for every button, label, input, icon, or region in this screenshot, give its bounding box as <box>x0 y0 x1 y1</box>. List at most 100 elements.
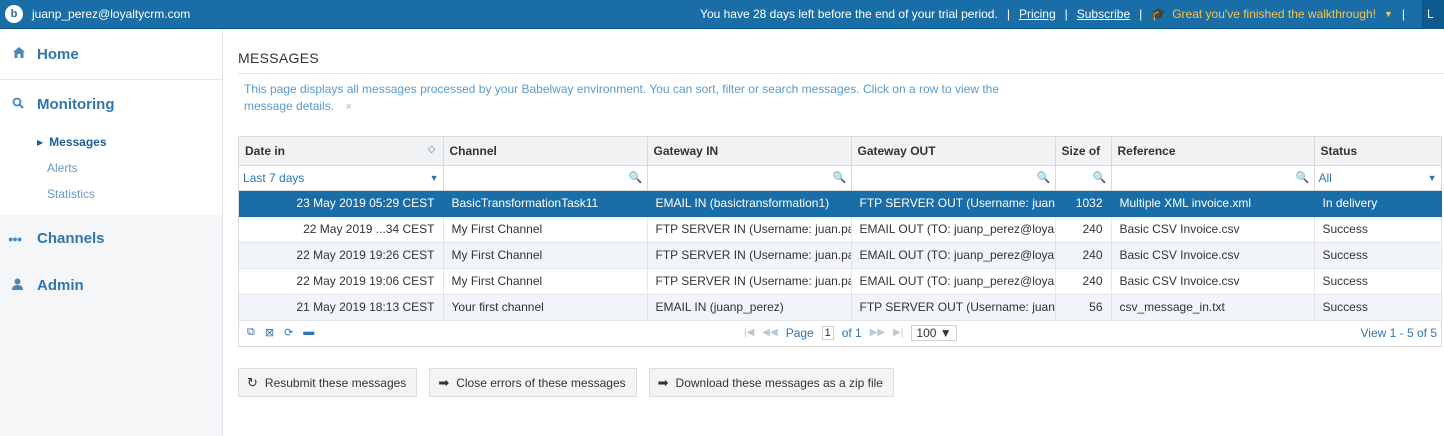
filter-gateway-out-input[interactable]: 🔍 <box>851 165 1056 191</box>
popout-icon[interactable]: ⧉ <box>247 326 255 339</box>
cell-channel: My First Channel <box>443 216 648 243</box>
walkthrough-text: Great you've finished the walkthrough! <box>1172 7 1376 21</box>
column-header-gateway-out[interactable]: Gateway OUT <box>851 137 1056 166</box>
sidebar-item-label: Admin <box>37 277 84 294</box>
sidebar-item-monitoring[interactable]: Monitoring <box>0 80 222 129</box>
sidebar-item-channels[interactable]: ●●● Channels <box>0 215 222 262</box>
table-row[interactable]: 22 May 2019 ...34 CEST My First Channel FT… <box>239 216 1442 243</box>
pricing-link[interactable]: Pricing <box>1019 7 1056 21</box>
search-icon: 🔍 <box>1036 172 1051 184</box>
view-count: View 1 - 5 of 5 <box>1360 325 1438 340</box>
column-header-gateway-in[interactable]: Gateway IN <box>647 137 852 166</box>
cell-status: Success <box>1314 216 1442 243</box>
filter-size-input[interactable]: 🔍 <box>1055 165 1112 191</box>
cell-gateway-out: EMAIL OUT (TO: juanp_perez@loya <box>851 268 1056 295</box>
separator: | <box>1006 7 1010 21</box>
filter-channel-input[interactable]: 🔍 <box>443 165 648 191</box>
babelway-logo-icon[interactable]: b <box>5 5 23 23</box>
trial-notice: You have 28 days left before the end of … <box>700 7 998 21</box>
cell-gateway-in: FTP SERVER IN (Username: juan.pa <box>647 268 852 295</box>
sidebar-item-label: Channels <box>37 230 105 247</box>
page-title: MESSAGES <box>238 50 319 66</box>
table-row[interactable]: 21 May 2019 18:13 CEST Your first channel… <box>239 294 1442 321</box>
grid-tools: ⧉ ⊠ ⟳ ▬ <box>247 326 314 339</box>
search-icon: 🔍 <box>832 172 847 184</box>
cell-reference: Basic CSV Invoice.csv <box>1111 216 1315 243</box>
page-input[interactable]: 1 <box>821 325 834 340</box>
cell-status: Success <box>1314 294 1442 321</box>
cell-channel: My First Channel <box>443 242 648 269</box>
column-header-reference[interactable]: Reference <box>1111 137 1315 166</box>
sidebar-item-home[interactable]: Home <box>0 29 222 80</box>
cell-gateway-in: FTP SERVER IN (Username: juan.pa <box>647 216 852 243</box>
home-icon <box>12 47 26 61</box>
logout-button[interactable]: L <box>1422 0 1444 28</box>
cell-reference: Basic CSV Invoice.csv <box>1111 242 1315 269</box>
cell-status: Success <box>1314 242 1442 269</box>
filter-gateway-in-input[interactable]: 🔍 <box>647 165 852 191</box>
sidebar-item-admin[interactable]: Admin <box>0 262 222 309</box>
cell-gateway-out: FTP SERVER OUT (Username: juan <box>851 190 1056 217</box>
search-icon: 🔍 <box>1295 172 1310 184</box>
column-header-status[interactable]: Status <box>1314 137 1442 166</box>
column-header-channel[interactable]: Channel <box>443 137 648 166</box>
subscribe-link[interactable]: Subscribe <box>1077 7 1130 21</box>
top-bar: b juanp_perez@loyaltycrm.com You have 28… <box>0 0 1444 29</box>
rows-per-page-select[interactable]: 100 ▼ <box>911 324 957 341</box>
cell-gateway-in: EMAIL IN (basictransformation1) <box>647 190 852 217</box>
filter-status-select[interactable]: All ▼ <box>1314 165 1442 191</box>
cell-gateway-out: FTP SERVER OUT (Username: juan <box>851 294 1056 321</box>
sidebar-item-alerts[interactable]: Alerts <box>0 155 222 181</box>
top-bar-right: You have 28 days left before the end of … <box>700 0 1444 28</box>
column-header-size[interactable]: Size of <box>1055 137 1112 166</box>
sidebar-item-label: Messages <box>49 135 107 149</box>
refresh-icon[interactable]: ⟳ <box>284 326 293 339</box>
cell-reference: csv_message_in.txt <box>1111 294 1315 321</box>
prev-page-icon[interactable]: ◀◀ <box>762 327 777 338</box>
info-text: This page displays all messages processe… <box>244 82 1000 113</box>
sidebar-item-label: Home <box>37 45 79 63</box>
table-row[interactable]: 22 May 2019 19:06 CEST My First Channel FT… <box>239 268 1442 295</box>
folder-icon[interactable]: ▬ <box>303 326 314 339</box>
cell-channel: My First Channel <box>443 268 648 295</box>
column-header-date-in[interactable]: Date in ◇ <box>239 137 444 166</box>
cell-date-in: 22 May 2019 19:26 CEST <box>239 242 444 269</box>
sort-icon[interactable]: ◇ <box>428 144 436 155</box>
filter-date-select[interactable]: Last 7 days ▼ <box>239 165 444 191</box>
cell-gateway-out: EMAIL OUT (TO: juanp_perez@loya <box>851 242 1056 269</box>
cell-gateway-out: EMAIL OUT (TO: juanp_perez@loya <box>851 216 1056 243</box>
chevron-down-icon: ▼ <box>429 172 439 183</box>
download-zip-button[interactable]: ➡ Download these messages as a zip file <box>648 368 894 397</box>
resubmit-button[interactable]: ↻ Resubmit these messages <box>238 368 418 397</box>
table-row[interactable]: 23 May 2019 05:29 CEST BasicTransformatio… <box>239 190 1442 217</box>
last-page-icon[interactable]: ▶| <box>893 327 903 338</box>
divider <box>238 73 1444 74</box>
export-icon[interactable]: ⊠ <box>265 326 274 339</box>
cell-date-in: 22 May 2019 ...34 CEST <box>239 216 444 243</box>
filter-reference-input[interactable]: 🔍 <box>1111 165 1315 191</box>
close-errors-button[interactable]: ➡ Close errors of these messages <box>429 368 637 397</box>
cell-date-in: 21 May 2019 18:13 CEST <box>239 294 444 321</box>
cell-reference: Multiple XML invoice.xml <box>1111 190 1315 217</box>
sidebar-item-messages[interactable]: ▶ Messages <box>0 129 222 155</box>
next-page-icon[interactable]: ▶▶ <box>870 327 885 338</box>
cell-status: In delivery <box>1314 190 1442 217</box>
page-count: of 1 <box>841 325 862 340</box>
arrow-right-icon: ➡ <box>657 374 669 390</box>
chevron-down-icon: ▼ <box>1383 9 1393 19</box>
walkthrough-menu[interactable]: 🎓 Great you've finished the walkthrough!… <box>1151 7 1393 21</box>
cell-reference: Basic CSV Invoice.csv <box>1111 268 1315 295</box>
table-row[interactable]: 22 May 2019 19:26 CEST My First Channel FT… <box>239 242 1442 269</box>
cell-channel: Your first channel <box>443 294 648 321</box>
info-message: This page displays all messages processe… <box>244 81 1004 116</box>
first-page-icon[interactable]: |◀ <box>744 327 754 338</box>
sidebar-section-monitoring: Monitoring ▶ Messages Alerts Statistics <box>0 80 222 215</box>
cell-size: 240 <box>1055 216 1112 243</box>
cell-size: 1032 <box>1055 190 1112 217</box>
separator: | <box>1401 7 1405 21</box>
close-icon[interactable]: × <box>345 101 351 113</box>
user-email[interactable]: juanp_perez@loyaltycrm.com <box>32 7 190 21</box>
separator: | <box>1064 7 1068 21</box>
sidebar-item-statistics[interactable]: Statistics <box>0 181 222 207</box>
page-label: Page <box>785 325 814 340</box>
